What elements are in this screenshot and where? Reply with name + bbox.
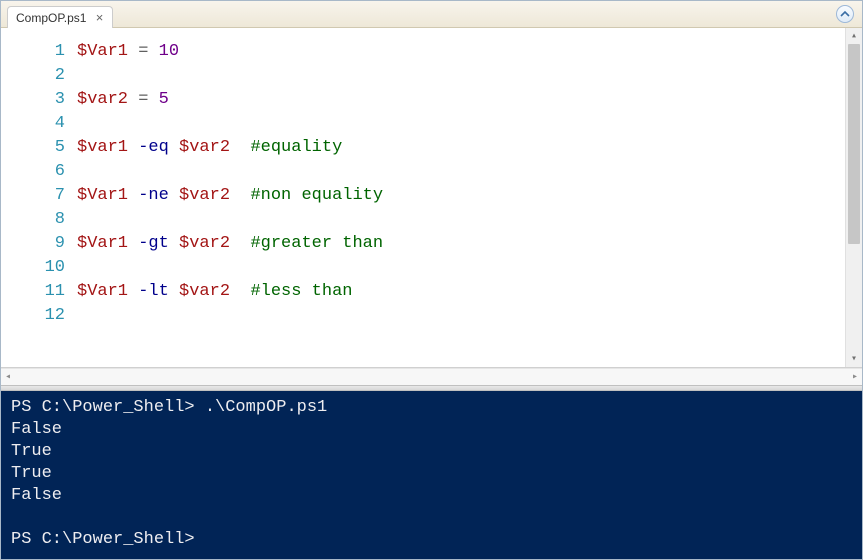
code-line: $var1 -eq $var2 #equality <box>77 136 845 160</box>
line-number-gutter: 123456789101112 <box>1 28 73 367</box>
editor-vertical-scrollbar[interactable]: ▴ ▾ <box>845 28 862 367</box>
line-number: 5 <box>1 136 65 160</box>
code-area[interactable]: $Var1 = 10 $var2 = 5 $var1 -eq $var2 #eq… <box>73 28 845 367</box>
code-line: $var2 = 5 <box>77 88 845 112</box>
line-number: 6 <box>1 160 65 184</box>
line-number: 1 <box>1 40 65 64</box>
code-line: $Var1 = 10 <box>77 40 845 64</box>
code-line: $Var1 -gt $var2 #greater than <box>77 232 845 256</box>
editor-pane[interactable]: 123456789101112 $Var1 = 10 $var2 = 5 $va… <box>1 28 862 368</box>
code-line <box>77 208 845 232</box>
terminal-line: False <box>11 419 862 441</box>
code-line <box>77 112 845 136</box>
close-icon[interactable]: × <box>92 11 106 25</box>
terminal-line: PS C:\Power_Shell> .\CompOP.ps1 <box>11 397 862 419</box>
terminal-line <box>11 507 862 529</box>
line-number: 11 <box>1 280 65 304</box>
code-line: $Var1 -lt $var2 #less than <box>77 280 845 304</box>
tab-compop[interactable]: CompOP.ps1 × <box>7 6 113 28</box>
terminal-line: PS C:\Power_Shell> <box>11 529 862 551</box>
scroll-right-icon[interactable]: ▸ <box>852 371 858 383</box>
collapse-button[interactable] <box>836 5 854 23</box>
scroll-left-icon[interactable]: ◂ <box>5 371 11 383</box>
terminal-line: True <box>11 463 862 485</box>
line-number: 2 <box>1 64 65 88</box>
line-number: 9 <box>1 232 65 256</box>
ide-window: CompOP.ps1 × 123456789101112 $Var1 = 10 … <box>0 0 863 560</box>
terminal-line: True <box>11 441 862 463</box>
scroll-down-icon[interactable]: ▾ <box>846 351 862 367</box>
terminal-pane[interactable]: PS C:\Power_Shell> .\CompOP.ps1FalseTrue… <box>1 391 862 559</box>
editor-horizontal-scrollbar[interactable]: ◂ ▸ <box>1 368 862 385</box>
line-number: 10 <box>1 256 65 280</box>
code-line: $Var1 -ne $var2 #non equality <box>77 184 845 208</box>
line-number: 4 <box>1 112 65 136</box>
line-number: 8 <box>1 208 65 232</box>
scroll-up-icon[interactable]: ▴ <box>846 28 862 44</box>
line-number: 3 <box>1 88 65 112</box>
code-line <box>77 160 845 184</box>
tab-bar: CompOP.ps1 × <box>1 1 862 28</box>
line-number: 7 <box>1 184 65 208</box>
terminal-line: False <box>11 485 862 507</box>
line-number: 12 <box>1 304 65 328</box>
scrollbar-thumb[interactable] <box>848 44 860 244</box>
code-line <box>77 64 845 88</box>
code-line <box>77 256 845 280</box>
tab-title: CompOP.ps1 <box>16 11 86 25</box>
code-line <box>77 304 845 328</box>
